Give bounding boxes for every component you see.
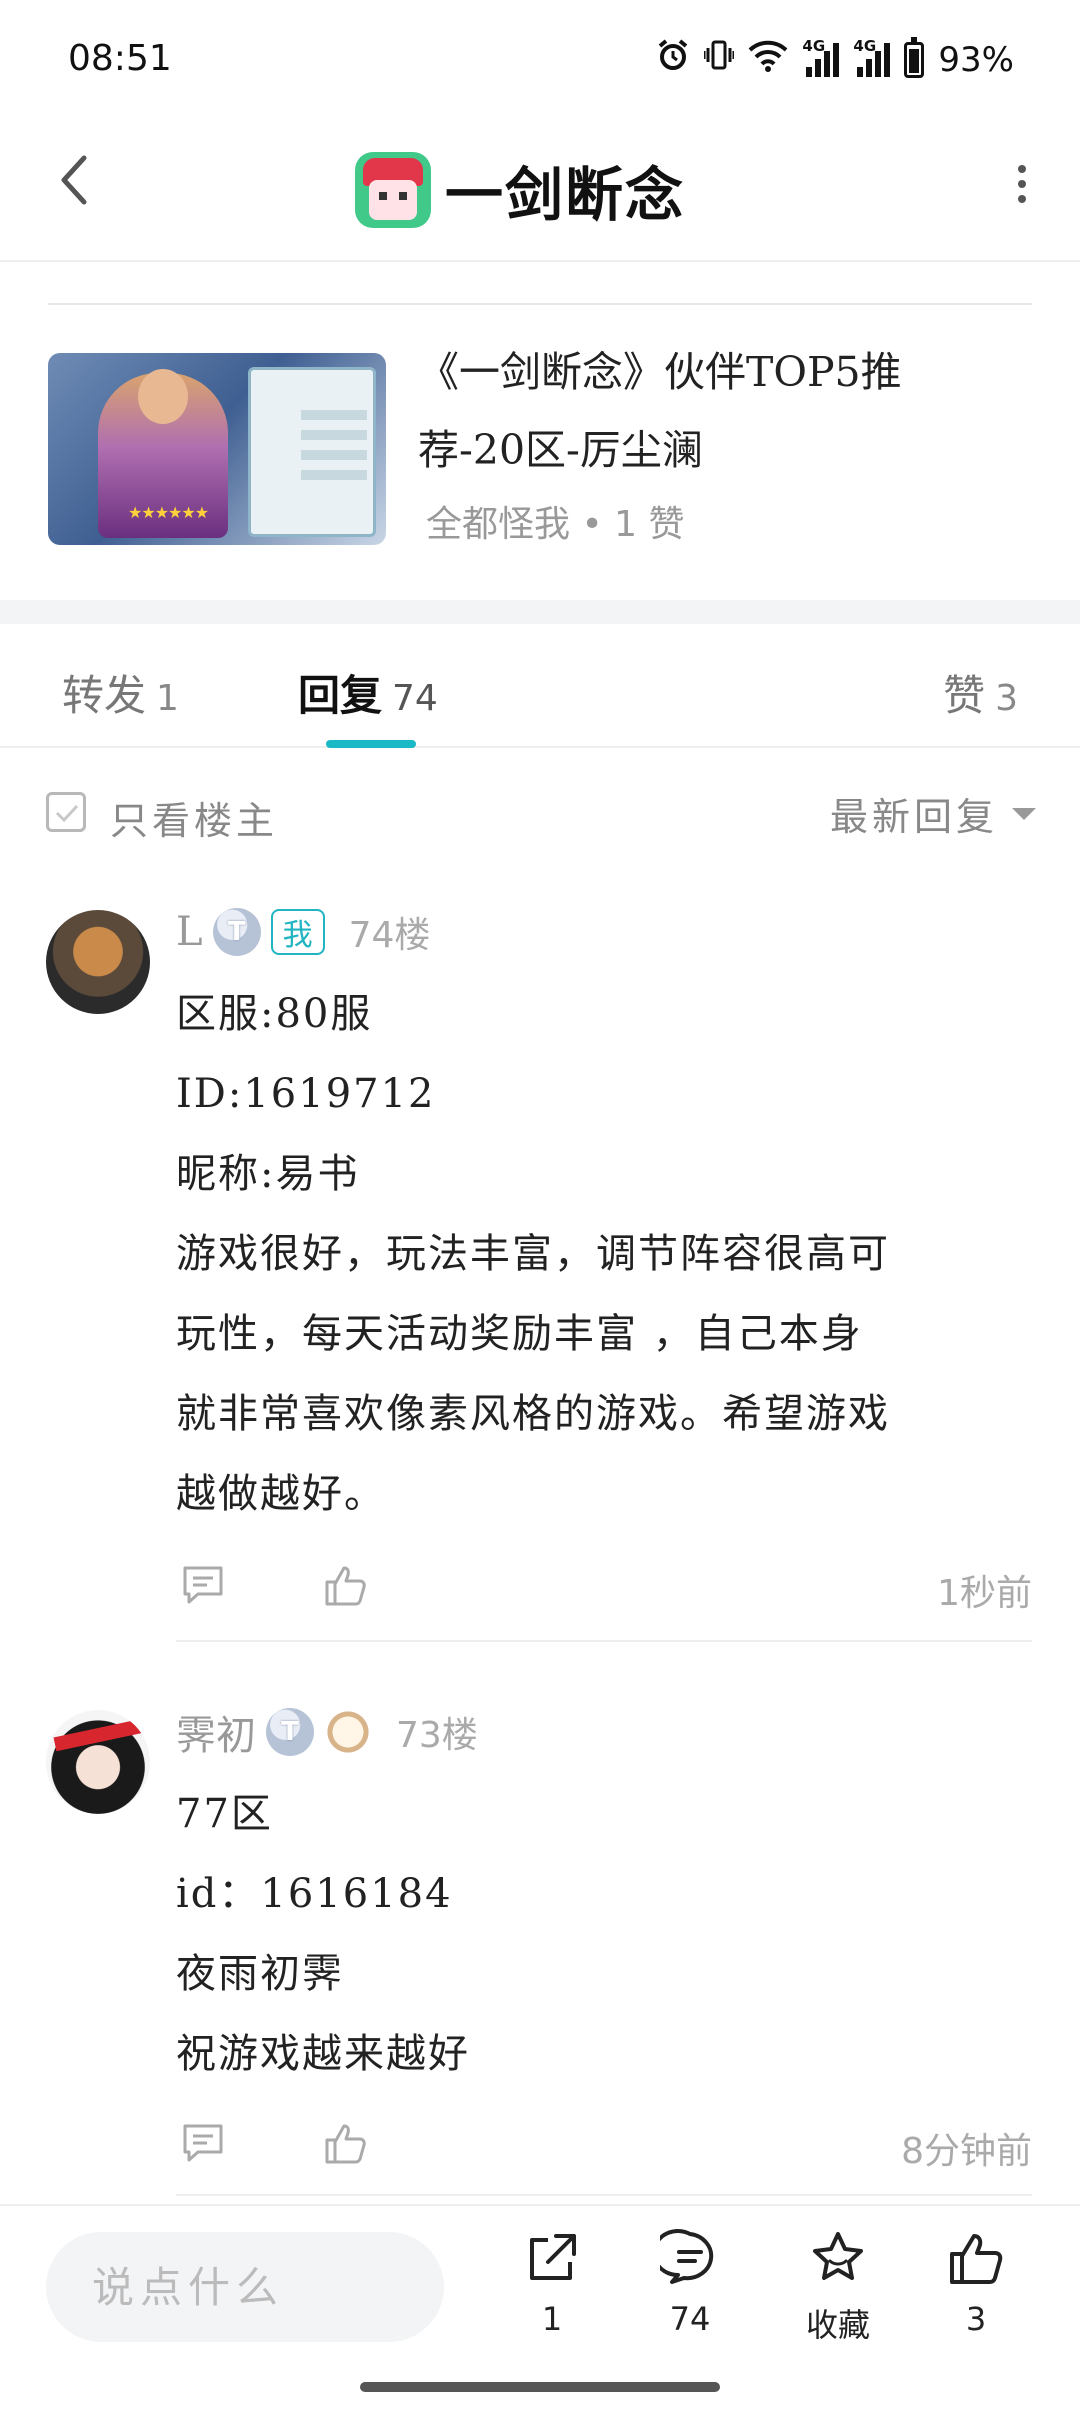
more-options-button[interactable] [992, 154, 1052, 214]
level-badge: T [212, 908, 261, 956]
battery-icon [904, 36, 925, 78]
comment-count: 74 [669, 2300, 711, 2338]
battery-level: 93% [938, 39, 1014, 80]
comment-body: 区服:80服 ID:1619712 昵称:易书 游戏很好，玩法丰富，调节阵容很高… [176, 974, 1036, 1534]
comment-actions: 1秒前 [176, 1554, 1032, 1614]
comments-button[interactable]: 74 [640, 2228, 740, 2358]
only-op-label[interactable]: 只看楼主 [110, 790, 278, 845]
floor-number: 73楼 [396, 1715, 478, 1756]
sort-dropdown[interactable]: 最新回复 [830, 786, 1036, 841]
comment-line: 游戏很好，玩法丰富，调节阵容很高可 玩性，每天活动奖励丰富 ，自己本身 就非常喜… [176, 1231, 890, 1517]
thumbs-up-icon[interactable] [322, 2120, 368, 2166]
comment-input[interactable] [46, 2232, 444, 2342]
page-title: 一剑断念 [445, 161, 686, 229]
share-count: 1 [541, 2300, 563, 2338]
star-icon [813, 2232, 863, 2280]
comment-divider [176, 1640, 1032, 1642]
check-icon [55, 804, 79, 823]
bottom-action-bar: 1 74 收藏 3 [0, 2204, 1080, 2364]
avatar[interactable] [46, 910, 150, 1014]
reply-icon[interactable] [180, 1562, 226, 1608]
comment-line: id：1616184 [176, 1871, 453, 1917]
like-button[interactable]: 3 [926, 2228, 1026, 2358]
cell-signal-icon-2: 4G [853, 37, 891, 77]
tab-forward[interactable]: 转发 1 [62, 662, 179, 723]
comment-item: 霁初 T 73楼 77区 id：1616184 夜雨初霁 祝游戏越来越好 8分钟… [0, 1674, 1080, 2196]
comment-body: 77区 id：1616184 夜雨初霁 祝游戏越来越好 [176, 1774, 1036, 2094]
username[interactable]: 霁初 [176, 1703, 256, 1761]
home-indicator[interactable] [360, 2382, 720, 2392]
comment-header: L T 我 74楼 [176, 904, 430, 960]
tab-bar: 转发 1 回复 74 赞3 [0, 624, 1080, 748]
comment-divider [176, 2194, 1032, 2196]
floor-number: 74楼 [348, 915, 431, 956]
reply-icon[interactable] [180, 2120, 226, 2166]
pet-badge-icon [324, 1708, 372, 1756]
article-thumbnail: ★★★★★★ [48, 353, 386, 545]
top-app-bar: 一剑断念 [0, 120, 1080, 262]
status-bar: 08:51 4G 4G 93% [0, 0, 1080, 120]
comment-header: 霁初 T 73楼 [176, 1704, 478, 1760]
comment-time: 1秒前 [937, 1573, 1032, 1614]
active-tab-indicator [326, 740, 416, 748]
comment-time: 8分钟前 [901, 2131, 1032, 2172]
comment-line: ID:1619712 [176, 1071, 436, 1117]
only-op-checkbox[interactable] [46, 792, 86, 832]
tab-likes[interactable]: 赞3 [943, 662, 1018, 723]
comment-actions: 8分钟前 [176, 2112, 1032, 2172]
filter-row: 只看楼主 最新回复 [0, 750, 1080, 874]
wifi-icon [748, 38, 788, 81]
avatar[interactable] [46, 1710, 150, 1814]
article-meta: 全都怪我 • 1 赞 [426, 504, 685, 545]
comment-line: 区服:80服 [176, 991, 373, 1037]
favorite-button[interactable]: 收藏 [788, 2228, 888, 2358]
thumbs-up-icon [950, 2234, 1003, 2284]
article-title: 《一剑断念》伙伴TOP5推荐-20区-厉尘澜 [418, 348, 902, 474]
alarm-icon [656, 38, 690, 81]
chevron-left-icon [61, 155, 87, 205]
section-separator [0, 600, 1080, 624]
tab-replies[interactable]: 回复 74 [298, 662, 438, 723]
share-icon [530, 2234, 576, 2280]
thumbs-up-icon[interactable] [322, 1562, 368, 1608]
divider [48, 303, 1032, 305]
caret-down-icon [1012, 807, 1036, 820]
comment-line: 77区 [176, 1791, 273, 1837]
username[interactable]: L [176, 909, 203, 955]
linked-article-card[interactable]: ★★★★★★ 《一剑断念》伙伴TOP5推荐-20区-厉尘澜 全都怪我 • 1 赞 [48, 348, 1032, 553]
cell-signal-icon: 4G [802, 37, 840, 77]
favorite-label: 收藏 [805, 2306, 870, 2344]
level-badge: T [266, 1708, 314, 1756]
vibrate-icon [702, 38, 736, 81]
comment-item: L T 我 74楼 区服:80服 ID:1619712 昵称:易书 游戏很好，玩… [0, 874, 1080, 1644]
like-count: 3 [965, 2300, 987, 2338]
comment-line: 夜雨初霁 [176, 1951, 344, 1997]
back-button[interactable] [42, 148, 106, 212]
comment-line: 祝游戏越来越好 [176, 2031, 470, 2077]
share-button[interactable]: 1 [502, 2228, 602, 2358]
status-icons: 4G 4G 93% [656, 36, 1014, 81]
status-time: 08:51 [68, 38, 172, 79]
sort-label: 最新回复 [829, 795, 998, 839]
comment-bubble-icon [660, 2229, 714, 2284]
game-logo-icon [355, 152, 431, 228]
comment-line: 昵称:易书 [176, 1151, 360, 1197]
me-badge: 我 [270, 909, 325, 955]
header-title-group[interactable]: 一剑断念 [355, 142, 685, 238]
